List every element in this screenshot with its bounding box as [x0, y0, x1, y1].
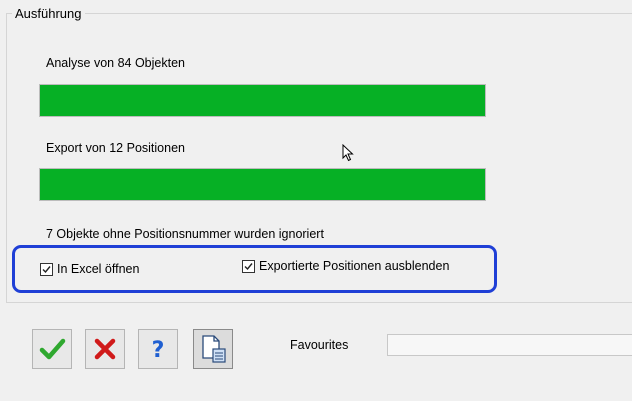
- hide-exported-option[interactable]: Exportierte Positionen ausblenden: [242, 259, 449, 273]
- export-document-button[interactable]: [193, 329, 233, 369]
- analysis-label: Analyse von 84 Objekten: [46, 56, 185, 70]
- export-progress-fill: [40, 169, 485, 200]
- checkmark-icon: [244, 262, 253, 270]
- analysis-progress-fill: [40, 85, 485, 116]
- svg-text:?: ?: [152, 338, 165, 363]
- ignored-objects-status: 7 Objekte ohne Positionsnummer wurden ig…: [46, 227, 324, 241]
- checkmark-icon: [42, 265, 51, 273]
- red-x-icon: [94, 338, 116, 360]
- document-export-icon: [202, 335, 226, 363]
- hide-exported-label: Exportierte Positionen ausblenden: [259, 259, 450, 273]
- mouse-cursor-icon: [342, 143, 354, 165]
- export-progress-bar: [39, 168, 486, 201]
- favourites-label: Favourites: [290, 338, 349, 352]
- open-excel-option[interactable]: In Excel öffnen: [40, 262, 139, 276]
- green-checkmark-icon: [39, 338, 66, 360]
- open-excel-label: In Excel öffnen: [57, 262, 140, 276]
- analysis-progress-bar: [39, 84, 486, 117]
- open-excel-checkbox[interactable]: [40, 262, 53, 276]
- blue-question-icon: ?: [152, 338, 165, 363]
- cancel-button[interactable]: [85, 329, 125, 369]
- help-button[interactable]: ?: [138, 329, 178, 369]
- execution-group-title: Ausführung: [12, 6, 85, 21]
- hide-exported-checkbox[interactable]: [242, 259, 255, 273]
- confirm-button[interactable]: [32, 329, 72, 369]
- favourites-input[interactable]: [387, 334, 632, 356]
- export-label: Export von 12 Positionen: [46, 141, 185, 155]
